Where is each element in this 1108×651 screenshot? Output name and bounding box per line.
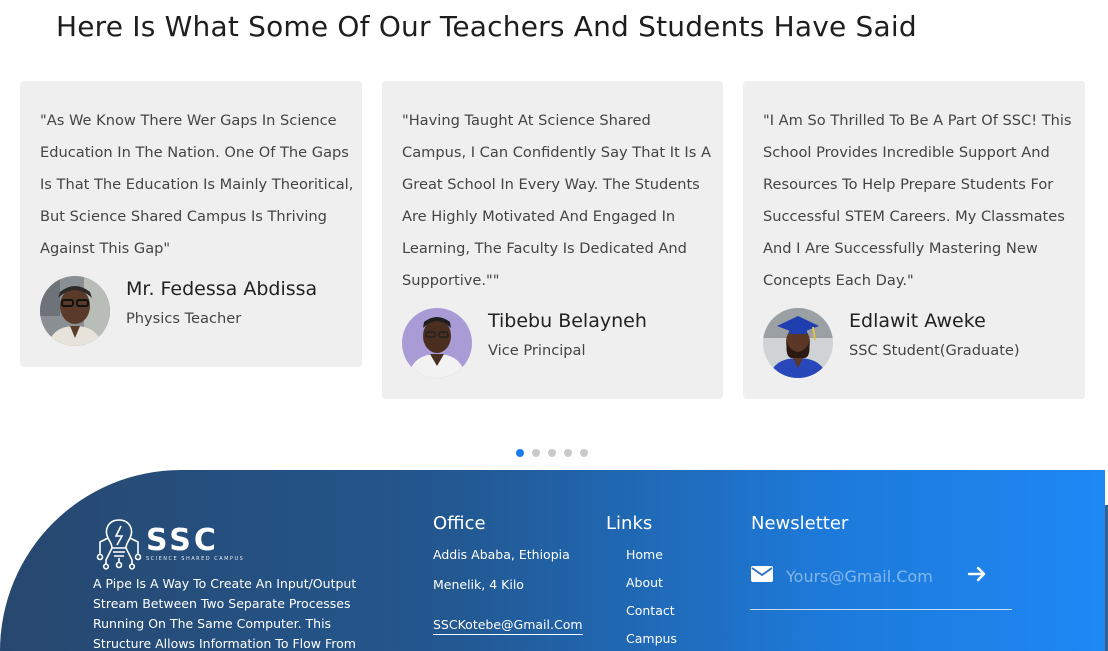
newsletter-email-input[interactable] (786, 564, 966, 588)
footer-link-about[interactable]: About (626, 575, 663, 590)
testimonial-card-3: "I Am So Thrilled To Be A Part Of SSC! T… (743, 81, 1085, 399)
testimonial-person: Tibebu Belayneh Vice Principal (402, 308, 647, 378)
person-role: Vice Principal (488, 342, 586, 359)
quote-line: Supportive."" (402, 272, 500, 289)
newsletter-heading: Newsletter (751, 513, 849, 534)
site-footer: SSC SCIENCE SHARED CAMPUS A Pipe Is A Wa… (0, 470, 1105, 651)
logo-title: SSC (146, 523, 219, 558)
office-address: Addis Ababa, Ethiopia (433, 547, 570, 562)
person-role: SSC Student(Graduate) (849, 342, 1020, 359)
teacher-avatar (40, 276, 110, 346)
person-name: Edlawit Aweke (849, 310, 986, 332)
person-role: Physics Teacher (126, 310, 242, 327)
carousel-dots (516, 449, 588, 457)
testimonial-quote: "I Am So Thrilled To Be A Part Of SSC! T… (763, 105, 1072, 297)
description-line: Running On The Same Computer. This (93, 616, 332, 631)
arrow-right-icon[interactable] (967, 564, 987, 588)
testimonial-card-2: "Having Taught At Science Shared Campus,… (382, 81, 723, 399)
testimonial-quote: "As We Know There Wer Gaps In Science Ed… (40, 105, 354, 265)
testimonial-person: Edlawit Aweke SSC Student(Graduate) (763, 308, 1020, 378)
vice-principal-avatar (402, 308, 472, 378)
footer-link-home[interactable]: Home (626, 547, 663, 562)
quote-line: Against This Gap" (40, 240, 171, 257)
quote-line: "Having Taught At Science Shared (402, 112, 651, 129)
testimonial-person: Mr. Fedessa Abdissa Physics Teacher (40, 276, 317, 346)
carousel-dot-5[interactable] (580, 449, 588, 457)
quote-line: Campus, I Can Confidently Say That It Is… (402, 144, 711, 161)
links-heading: Links (606, 513, 653, 534)
quote-line: "As We Know There Wer Gaps In Science (40, 112, 337, 129)
logo-subtitle: SCIENCE SHARED CAMPUS (146, 556, 245, 562)
carousel-dot-4[interactable] (564, 449, 572, 457)
quote-line: Education In The Nation. One Of The Gaps (40, 144, 349, 161)
quote-line: Successful STEM Careers. My Classmates (763, 208, 1065, 225)
person-name: Tibebu Belayneh (488, 310, 647, 332)
lightbulb-circuit-icon (96, 514, 142, 574)
newsletter-field (750, 562, 1012, 610)
quote-line: "I Am So Thrilled To Be A Part Of SSC! T… (763, 112, 1072, 129)
graduate-avatar (763, 308, 833, 378)
carousel-dot-2[interactable] (532, 449, 540, 457)
description-line: Stream Between Two Separate Processes (93, 596, 351, 611)
logo-text: SSC SCIENCE SHARED CAMPUS (146, 523, 245, 563)
quote-line: Is That The Education Is Mainly Theoriti… (40, 176, 354, 193)
description-line: A Pipe Is A Way To Create An Input/Outpu… (93, 576, 357, 591)
envelope-icon (750, 565, 774, 587)
quote-line: Resources To Help Prepare Students For (763, 176, 1054, 193)
office-heading: Office (433, 513, 486, 534)
footer-link-campus[interactable]: Campus (626, 631, 677, 646)
testimonial-quote: "Having Taught At Science Shared Campus,… (402, 105, 711, 297)
office-street: Menelik, 4 Kilo (433, 577, 524, 592)
testimonial-card-1: "As We Know There Wer Gaps In Science Ed… (20, 81, 362, 367)
person-name: Mr. Fedessa Abdissa (126, 278, 318, 300)
quote-line: School Provides Incredible Support And (763, 144, 1050, 161)
office-email-link[interactable]: SSCKotebe@Gmail.Com (433, 617, 583, 635)
quote-line: Learning, The Faculty Is Dedicated And (402, 240, 687, 257)
quote-line: But Science Shared Campus Is Thriving (40, 208, 327, 225)
section-title: Here Is What Some Of Our Teachers And St… (56, 10, 917, 43)
description-line: Structure Allows Information To Flow Fro… (93, 636, 356, 651)
quote-line: Great School In Every Way. The Students (402, 176, 700, 193)
footer-description: A Pipe Is A Way To Create An Input/Outpu… (93, 574, 363, 651)
quote-line: Are Highly Motivated And Engaged In (402, 208, 676, 225)
quote-line: And I Are Successfully Mastering New (763, 240, 1038, 257)
quote-line: Concepts Each Day." (763, 272, 914, 289)
carousel-dot-3[interactable] (548, 449, 556, 457)
footer-logo[interactable]: SSC SCIENCE SHARED CAMPUS (96, 514, 244, 574)
footer-link-contact[interactable]: Contact (626, 603, 675, 618)
carousel-dot-1[interactable] (516, 449, 524, 457)
